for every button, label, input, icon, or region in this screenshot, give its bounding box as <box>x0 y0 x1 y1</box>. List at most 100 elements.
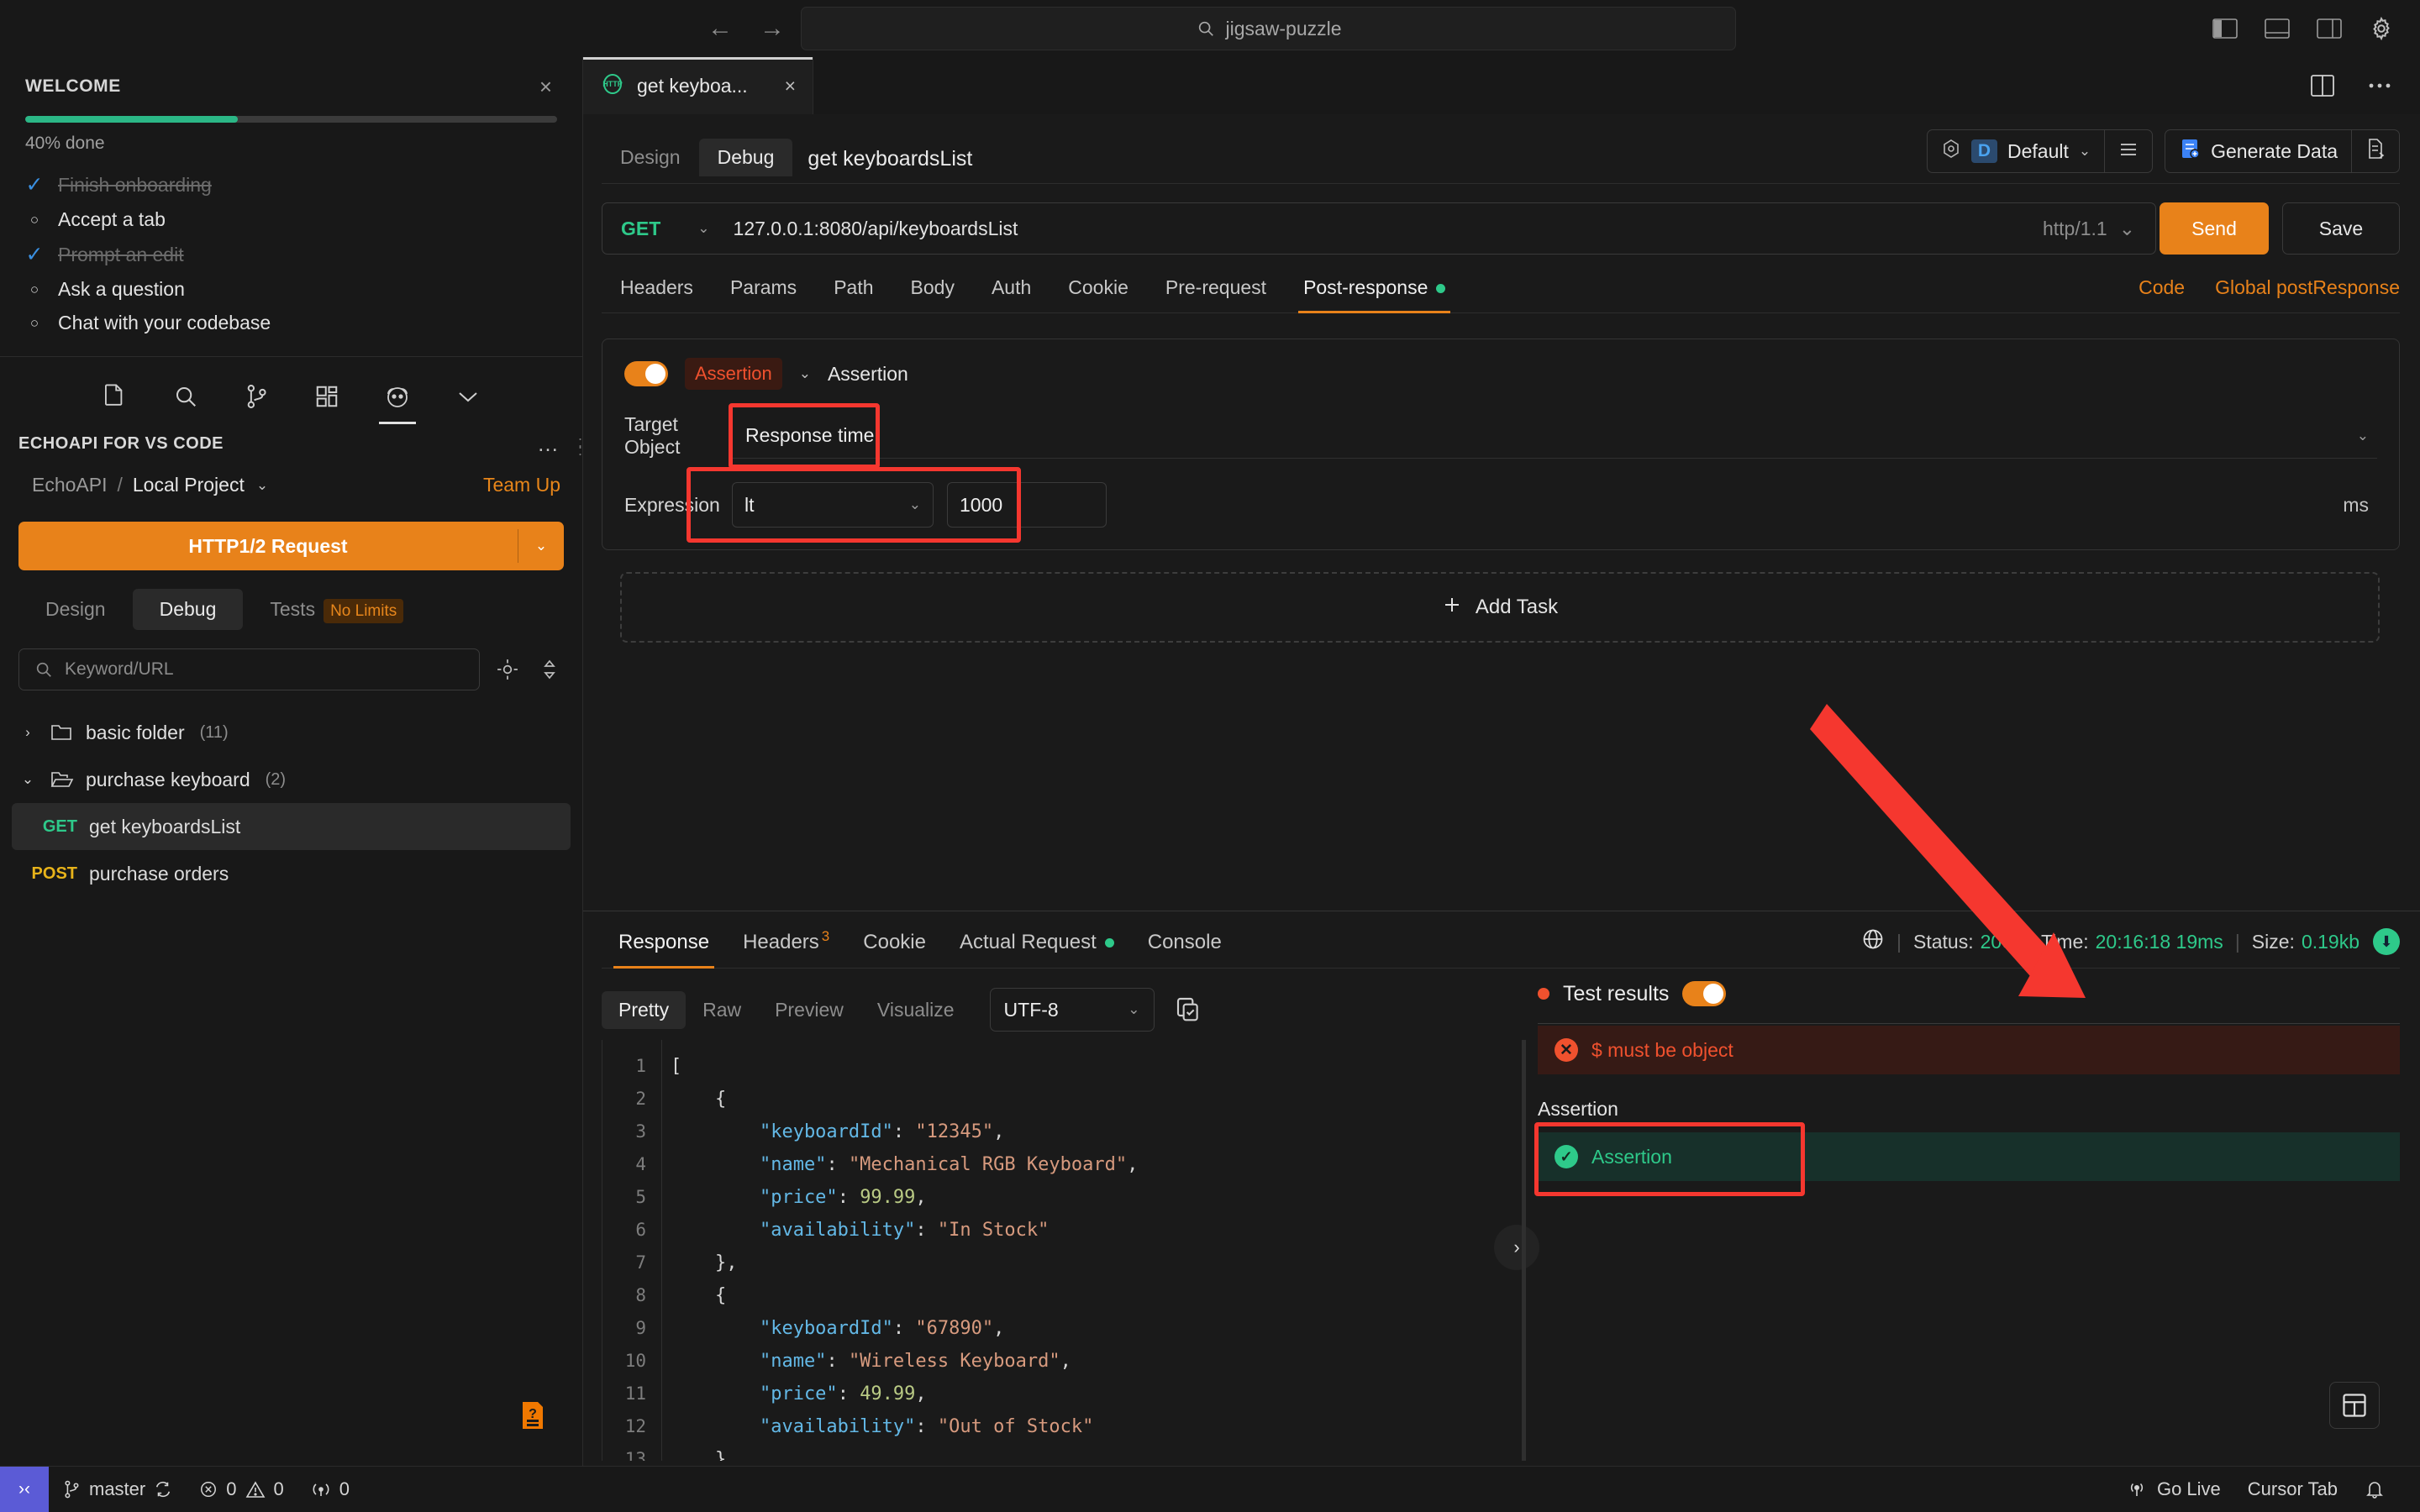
tree-folder-purchase-keyboard[interactable]: ⌄ purchase keyboard (2) <box>0 756 582 803</box>
environment-selector[interactable]: D Default ⌄ <box>1928 130 2104 172</box>
onboarding-task[interactable]: ○ Chat with your codebase <box>25 312 557 334</box>
toggle-primary-sidebar-icon[interactable] <box>2210 13 2240 44</box>
response-format-tabs: Pretty Raw Preview Visualize <box>602 990 971 1029</box>
locate-icon[interactable] <box>493 655 522 684</box>
sort-icon[interactable] <box>535 655 564 684</box>
back-arrow-icon[interactable]: ← <box>706 14 734 43</box>
settings-gear-icon[interactable] <box>2366 13 2396 44</box>
breadcrumb-project[interactable]: Local Project <box>133 474 245 496</box>
send-button[interactable]: Send <box>2160 202 2269 255</box>
request-subtab-cookie[interactable]: Cookie <box>1050 276 1147 312</box>
chevron-down-icon[interactable]: ⌄ <box>17 771 39 788</box>
generate-data-button[interactable]: Generate Data <box>2165 130 2351 172</box>
search-icon[interactable] <box>164 374 208 419</box>
onboarding-task[interactable]: ○ Ask a question <box>25 278 557 301</box>
split-editor-icon[interactable] <box>2307 71 2338 101</box>
chevron-down-icon[interactable]: ⌄ <box>518 538 564 554</box>
sidebar-mode-tab-design[interactable]: Design <box>18 589 133 630</box>
tab-debug[interactable]: Debug <box>698 139 793 176</box>
import-data-button[interactable] <box>2352 130 2399 172</box>
request-subtab-params[interactable]: Params <box>712 276 815 312</box>
response-tab-actual-request[interactable]: Actual Request <box>943 931 1131 968</box>
onboarding-task[interactable]: ✓ Finish onboarding <box>25 172 557 197</box>
command-center[interactable]: jigsaw-puzzle <box>801 7 1736 50</box>
remote-window-icon[interactable]: ›‹ <box>0 1466 49 1512</box>
global-postresponse-link[interactable]: Global postResponse <box>2215 276 2400 299</box>
test-results-toggle[interactable] <box>1682 981 1727 1006</box>
request-subtab-post-response[interactable]: Post-response <box>1285 276 1464 313</box>
onboarding-task[interactable]: ✓ Prompt an edit <box>25 242 557 267</box>
expression-value-input[interactable]: 1000 <box>947 482 1107 528</box>
toggle-secondary-sidebar-icon[interactable] <box>2314 13 2344 44</box>
format-tab-preview[interactable]: Preview <box>758 991 860 1029</box>
environment-menu-button[interactable] <box>2105 130 2152 172</box>
format-tab-pretty[interactable]: Pretty <box>602 990 687 1029</box>
code-link[interactable]: Code <box>2139 276 2185 299</box>
more-actions-icon[interactable] <box>2365 71 2395 101</box>
encoding-select[interactable]: UTF-8 ⌄ <box>989 988 1155 1032</box>
search-input[interactable]: Keyword/URL <box>18 648 480 690</box>
target-object-select[interactable]: Response time ⌄ <box>732 413 2377 459</box>
status-branch[interactable]: master <box>49 1467 186 1512</box>
chevron-down-icon[interactable]: ⌄ <box>799 365 811 382</box>
sidebar-mode-tab-tests[interactable]: Tests No Limits <box>243 589 430 630</box>
vertical-splitter[interactable] <box>1522 1040 1526 1461</box>
close-icon[interactable]: × <box>785 75 796 97</box>
more-actions-icon[interactable]: … <box>537 431 560 457</box>
status-go-live[interactable]: Go Live <box>2113 1467 2234 1512</box>
expression-operator-select[interactable]: lt ⌄ <box>732 482 934 528</box>
close-icon[interactable]: × <box>534 76 557 97</box>
response-tab-headers[interactable]: Headers 3 <box>726 928 846 968</box>
request-subtab-auth[interactable]: Auth <box>973 276 1050 312</box>
echoapi-icon[interactable] <box>376 374 419 424</box>
download-icon[interactable]: ⬇ <box>2373 928 2400 955</box>
response-body-code[interactable]: 1234567891011121314 [ { "keyboardId": "1… <box>602 1040 1511 1461</box>
help-document-icon[interactable]: ? <box>514 1397 551 1434</box>
request-subtab-headers[interactable]: Headers <box>602 276 712 312</box>
status-problems[interactable]: 0 0 <box>186 1467 297 1512</box>
tree-request-purchase-orders[interactable]: POST purchase orders <box>0 850 582 897</box>
team-up-link[interactable]: Team Up <box>483 474 560 496</box>
status-notifications[interactable] <box>2351 1467 2398 1512</box>
http-method-selector[interactable]: GET ⌄ <box>602 218 729 240</box>
extensions-icon[interactable] <box>305 374 349 419</box>
chevron-right-icon[interactable]: › <box>17 724 39 741</box>
chevron-down-icon[interactable] <box>446 374 490 419</box>
status-cursor-tab[interactable]: Cursor Tab <box>2234 1467 2351 1512</box>
chevron-down-icon[interactable]: ⌄ <box>256 477 268 494</box>
http-version-selector[interactable]: http/1.1 ⌄ <box>2023 218 2155 240</box>
request-subtab-pre-request[interactable]: Pre-request <box>1147 276 1285 312</box>
url-input[interactable]: 127.0.0.1:8080/api/keyboardsList <box>729 218 2023 240</box>
drag-handle-icon[interactable]: :: <box>578 434 584 458</box>
explorer-icon[interactable] <box>93 374 137 419</box>
new-http-request-button[interactable]: HTTP1/2 Request ⌄ <box>18 522 564 570</box>
copy-icon[interactable] <box>1175 995 1203 1024</box>
tab-design[interactable]: Design <box>602 139 699 176</box>
tree-folder-basic-folder[interactable]: › basic folder (11) <box>0 709 582 756</box>
source-control-icon[interactable] <box>234 374 278 419</box>
chevron-right-icon[interactable]: › <box>1494 1225 1539 1270</box>
breadcrumb-org[interactable]: EchoAPI <box>32 474 108 496</box>
toggle-panel-icon[interactable] <box>2262 13 2292 44</box>
format-tab-visualize[interactable]: Visualize <box>860 991 971 1029</box>
code-content[interactable]: [ { "keyboardId": "12345", "name": "Mech… <box>661 1040 1511 1461</box>
assertion-type-chip[interactable]: Assertion <box>685 358 782 390</box>
response-tab-response[interactable]: Response <box>602 931 726 969</box>
format-tab-raw[interactable]: Raw <box>686 991 758 1029</box>
onboarding-task[interactable]: ○ Accept a tab <box>25 208 557 231</box>
forward-arrow-icon[interactable]: → <box>758 14 786 43</box>
save-button[interactable]: Save <box>2282 202 2400 255</box>
layout-toggle-icon[interactable] <box>2329 1382 2380 1429</box>
tree-request-get-keyboardsList[interactable]: GET get keyboardsList <box>12 803 571 850</box>
assertion-enable-toggle[interactable] <box>624 361 668 386</box>
response-tab-cookie[interactable]: Cookie <box>846 931 943 968</box>
editor-tab-get-keyboardslist[interactable]: HTTP get keyboa... × <box>583 57 813 114</box>
sidebar-mode-tab-debug[interactable]: Debug <box>132 589 244 630</box>
status-ports[interactable]: 0 <box>297 1467 363 1512</box>
request-subtab-body[interactable]: Body <box>892 276 973 312</box>
response-tab-console[interactable]: Console <box>1131 931 1239 968</box>
request-subtab-path[interactable]: Path <box>815 276 892 312</box>
add-task-button[interactable]: Add Task <box>620 572 2380 643</box>
chevron-down-icon[interactable]: ⌄ <box>2079 143 2091 160</box>
chevron-down-icon[interactable]: ⌄ <box>2357 428 2377 444</box>
